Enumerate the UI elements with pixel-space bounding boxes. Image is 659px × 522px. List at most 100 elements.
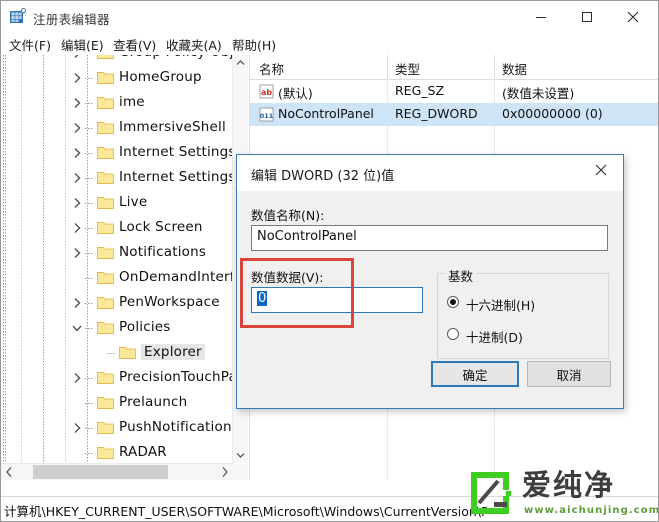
folder-icon bbox=[97, 147, 114, 159]
watermark: 爱纯净 www.aichunjing.com bbox=[466, 467, 659, 521]
tree-item-label: Explorer bbox=[141, 344, 205, 360]
registry-icon bbox=[10, 8, 26, 23]
folder-icon bbox=[97, 172, 114, 184]
tree-item-label: ime bbox=[119, 94, 145, 110]
tree-item-label: RADAR bbox=[119, 444, 167, 460]
tree-item-label: Prelaunch bbox=[119, 394, 188, 410]
value-name-text: NoControlPanel bbox=[257, 229, 357, 244]
chevron-right-icon[interactable] bbox=[71, 97, 83, 109]
tree-item-label: Internet SettingsV bbox=[119, 169, 233, 185]
menu-help[interactable]: 帮助(H) bbox=[232, 35, 276, 54]
chevron-right-icon[interactable] bbox=[71, 197, 83, 209]
folder-icon bbox=[97, 97, 114, 109]
registry-tree[interactable]: Group Policy Obj HomeGroup ime ImmersiveShe… bbox=[1, 55, 233, 463]
value-data-cell: 0x00000000 (0) bbox=[502, 106, 603, 121]
radio-dot-hex bbox=[450, 299, 456, 305]
tree-item-label: Live bbox=[119, 194, 148, 210]
status-path: 计算机\HKEY_CURRENT_USER\SOFTWARE\Microsoft… bbox=[4, 504, 489, 519]
chevron-right-icon[interactable] bbox=[71, 422, 83, 434]
radio-ring-dec bbox=[447, 328, 459, 340]
minimize-button[interactable] bbox=[518, 2, 564, 32]
folder-icon bbox=[97, 72, 114, 84]
value-name-input[interactable]: NoControlPanel bbox=[251, 225, 608, 251]
tree-item-label: Lock Screen bbox=[119, 219, 203, 235]
tree-connector bbox=[85, 78, 94, 79]
watermark-url: www.aichunjing.com bbox=[524, 505, 659, 516]
menu-edit[interactable]: 编辑(E) bbox=[61, 35, 104, 54]
folder-icon bbox=[97, 197, 114, 209]
tree-connector bbox=[85, 228, 94, 229]
chevron-right-icon[interactable] bbox=[71, 247, 83, 259]
menu-view[interactable]: 查看(V) bbox=[113, 35, 156, 54]
tree-connector bbox=[85, 453, 94, 454]
chevron-right-icon[interactable] bbox=[71, 147, 83, 159]
tree-horizontal-scrollbar[interactable] bbox=[1, 463, 233, 480]
menu-favorites[interactable]: 收藏夹(A) bbox=[166, 35, 222, 54]
tree-connector bbox=[85, 253, 94, 254]
scroll-right-icon[interactable] bbox=[217, 464, 233, 480]
tree-connector bbox=[107, 353, 116, 354]
menu-bar: 文件(F) 编辑(E) 查看(V) 收藏夹(A) 帮助(H) bbox=[1, 32, 658, 55]
scroll-down-icon[interactable] bbox=[233, 447, 248, 463]
tree-connector bbox=[85, 153, 94, 154]
value-type-cell: REG_DWORD bbox=[395, 106, 478, 121]
value-type-cell: REG_SZ bbox=[395, 83, 445, 98]
svg-text:ab: ab bbox=[261, 88, 272, 97]
aichunjing-logo-icon bbox=[471, 472, 511, 514]
tree-connector bbox=[85, 178, 94, 179]
string-value-icon: ab bbox=[259, 84, 274, 99]
dialog-title-bar: 编辑 DWORD (32 位)值 bbox=[237, 155, 623, 191]
registry-tree-pane[interactable]: Group Policy Obj HomeGroup ime ImmersiveShe… bbox=[1, 55, 250, 480]
folder-icon bbox=[97, 422, 114, 434]
cancel-button[interactable]: 取消 bbox=[527, 361, 611, 387]
scroll-left-icon[interactable] bbox=[1, 464, 17, 480]
folder-icon bbox=[97, 222, 114, 234]
chevron-right-icon[interactable] bbox=[71, 72, 83, 84]
value-row[interactable]: ab (默认) REG_SZ (数值未设置) bbox=[250, 80, 658, 103]
column-header-type[interactable]: 类型 bbox=[395, 59, 420, 78]
window-title: 注册表编辑器 bbox=[33, 12, 110, 27]
tree-item-label: HomeGroup bbox=[119, 69, 202, 85]
value-name-cell: NoControlPanel bbox=[278, 106, 374, 121]
ok-button[interactable]: 确定 bbox=[431, 361, 519, 387]
value-name-cell: (默认) bbox=[278, 86, 313, 101]
chevron-right-icon[interactable] bbox=[71, 297, 83, 309]
tree-connector bbox=[85, 103, 94, 104]
watermark-brand: 爱纯净 bbox=[522, 468, 616, 502]
folder-icon bbox=[97, 397, 114, 409]
chevron-right-icon[interactable] bbox=[71, 122, 83, 134]
tree-item-label: OnDemandInterfa bbox=[119, 269, 233, 285]
scroll-up-icon[interactable] bbox=[233, 55, 248, 71]
value-name-label: 数值名称(N): bbox=[251, 208, 325, 223]
scrollbar-corner bbox=[233, 464, 248, 480]
registry-editor-window: 注册表编辑器 文件(F) 编辑(E) 查看(V) 收藏夹(A) 帮助(H) Ho… bbox=[0, 0, 659, 522]
value-data-cell: (数值未设置) bbox=[502, 86, 575, 101]
chevron-down-icon[interactable] bbox=[71, 322, 83, 334]
column-header-data[interactable]: 数据 bbox=[502, 59, 527, 78]
dword-value-icon: 011 bbox=[259, 107, 274, 122]
tree-connector bbox=[85, 403, 94, 404]
folder-icon bbox=[97, 122, 114, 134]
dialog-title: 编辑 DWORD (32 位)值 bbox=[251, 169, 395, 184]
chevron-right-icon[interactable] bbox=[71, 222, 83, 234]
tree-item-label: ImmersiveShell bbox=[119, 119, 226, 135]
dialog-close-button[interactable] bbox=[579, 155, 623, 185]
tree-connector bbox=[85, 128, 94, 129]
tree-item-label: Group Policy Obj bbox=[119, 55, 233, 60]
value-row[interactable]: 011 NoControlPanel REG_DWORD 0x00000000 (0) bbox=[250, 103, 658, 126]
chevron-right-icon[interactable] bbox=[71, 372, 83, 384]
folder-icon bbox=[97, 272, 114, 284]
value-list-header: 名称 类型 数据 bbox=[250, 55, 658, 80]
tree-item-label: PushNotifications bbox=[119, 419, 233, 435]
tree-connector bbox=[85, 428, 94, 429]
folder-icon bbox=[97, 297, 114, 309]
horizontal-scroll-thumb[interactable] bbox=[33, 465, 168, 479]
chevron-right-icon[interactable] bbox=[71, 55, 83, 59]
maximize-button[interactable] bbox=[564, 2, 610, 32]
folder-icon bbox=[97, 447, 114, 459]
chevron-right-icon[interactable] bbox=[71, 172, 83, 184]
close-button[interactable] bbox=[610, 2, 656, 32]
menu-file[interactable]: 文件(F) bbox=[9, 35, 51, 54]
radio-label-hex: 十六进制(H) bbox=[466, 298, 536, 313]
column-header-name[interactable]: 名称 bbox=[259, 59, 284, 78]
